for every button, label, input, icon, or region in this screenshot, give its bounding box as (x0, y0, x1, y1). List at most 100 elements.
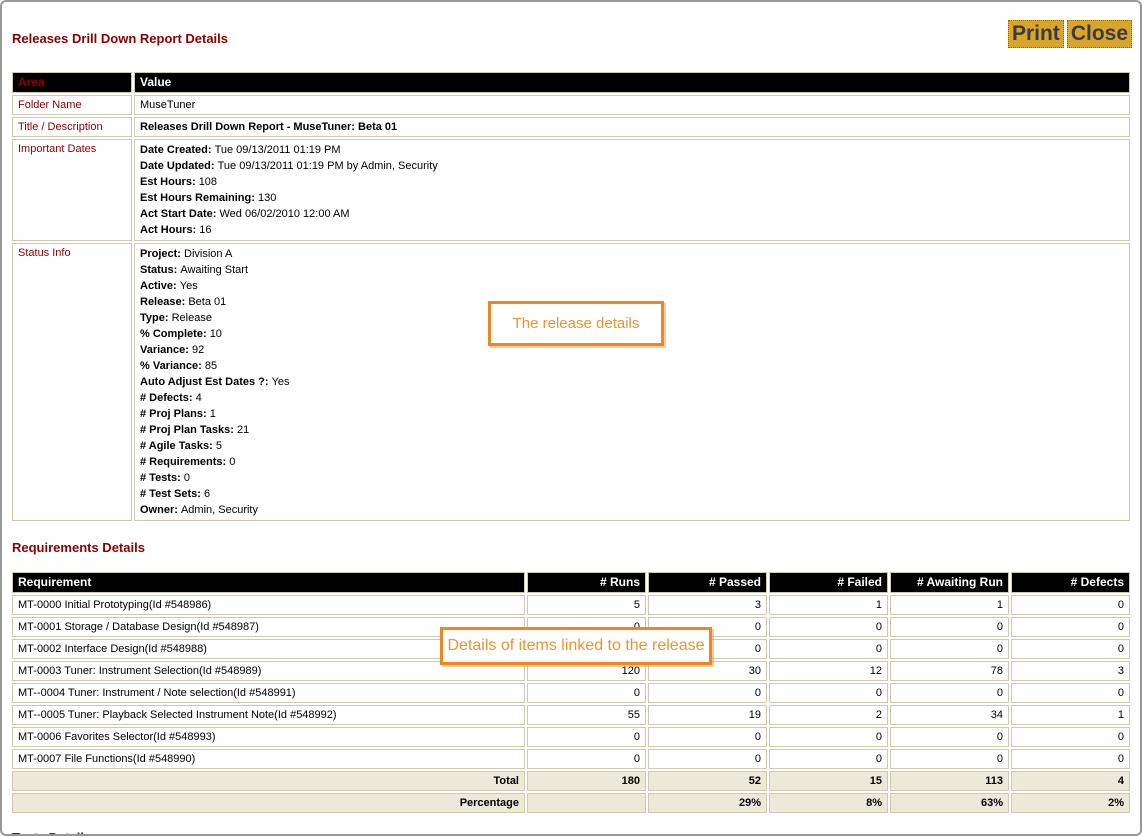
summary-value: 63% (890, 793, 1009, 813)
details-row: Title / DescriptionReleases Drill Down R… (12, 117, 1130, 137)
value-cell: MuseTuner (134, 95, 1130, 115)
metric-value: 0 (648, 683, 767, 703)
area-label: Title / Description (12, 117, 132, 137)
percentage-row: Percentage29%8%63%2% (12, 793, 1130, 813)
print-button[interactable]: Print (1008, 20, 1064, 48)
metric-value: 0 (1011, 683, 1130, 703)
total-row: Total18052151134 (12, 771, 1130, 791)
field-line: # Proj Plans: 1 (140, 406, 1124, 422)
column-header: Requirement (12, 572, 525, 593)
metric-value: 0 (890, 727, 1009, 747)
field-line: # Proj Plan Tasks: 21 (140, 422, 1124, 438)
column-header: # Passed (648, 572, 767, 593)
metric-value: 2 (769, 705, 888, 725)
value-cell: Date Created: Tue 09/13/2011 01:19 PMDat… (134, 139, 1130, 241)
metric-value: 0 (769, 749, 888, 769)
field-line: # Requirements: 0 (140, 454, 1124, 470)
field-line: Est Hours Remaining: 130 (140, 190, 1124, 206)
requirement-name: MT--0004 Tuner: Instrument / Note select… (12, 683, 525, 703)
metric-value: 0 (648, 749, 767, 769)
column-header: # Defects (1011, 572, 1130, 593)
field-line: # Defects: 4 (140, 390, 1124, 406)
close-button[interactable]: Close (1067, 20, 1132, 48)
toolbar: PrintClose (1005, 20, 1132, 48)
report-dialog: PrintClose Releases Drill Down Report De… (0, 0, 1142, 836)
details-row: Folder NameMuseTuner (12, 95, 1130, 115)
metric-value: 0 (769, 683, 888, 703)
annotation-release-details: The release details (488, 301, 664, 346)
column-header: # Awaiting Run (890, 572, 1009, 593)
metric-value: 0 (890, 639, 1009, 659)
requirement-row: MT-0006 Favorites Selector(Id #548993)00… (12, 727, 1130, 747)
area-label: Status Info (12, 243, 132, 521)
metric-value: 3 (648, 595, 767, 615)
metric-value: 12 (769, 661, 888, 681)
area-label: Important Dates (12, 139, 132, 241)
tests-heading: Tests Details (12, 830, 1132, 836)
field-line: Project: Division A (140, 246, 1124, 262)
annotation-text: Details of items linked to the release (447, 637, 704, 655)
requirements-table: Requirement# Runs# Passed# Failed# Await… (10, 570, 1132, 815)
metric-value: 0 (527, 727, 646, 747)
field-line: Owner: Admin, Security (140, 502, 1124, 518)
summary-label: Percentage (12, 793, 525, 813)
field-line: # Test Sets: 6 (140, 486, 1124, 502)
annotation-text: The release details (513, 315, 640, 332)
requirement-name: MT-0000 Initial Prototyping(Id #548986) (12, 595, 525, 615)
metric-value: 0 (1011, 617, 1130, 637)
release-details-table: Area Value Folder NameMuseTunerTitle / D… (10, 70, 1132, 523)
value-cell: Releases Drill Down Report - MuseTuner: … (134, 117, 1130, 137)
summary-value: 180 (527, 771, 646, 791)
column-header: # Failed (769, 572, 888, 593)
details-header-row: Area Value (12, 72, 1130, 93)
summary-value: 52 (648, 771, 767, 791)
requirement-row: MT--0004 Tuner: Instrument / Note select… (12, 683, 1130, 703)
metric-value: 1 (769, 595, 888, 615)
metric-value: 78 (890, 661, 1009, 681)
metric-value: 0 (648, 727, 767, 747)
requirement-row: MT-0007 File Functions(Id #548990)00000 (12, 749, 1130, 769)
field-line: Act Start Date: Wed 06/02/2010 12:00 AM (140, 206, 1124, 222)
requirement-name: MT--0005 Tuner: Playback Selected Instru… (12, 705, 525, 725)
metric-value: 0 (769, 727, 888, 747)
requirement-name: MT-0006 Favorites Selector(Id #548993) (12, 727, 525, 747)
field-line: Act Hours: 16 (140, 222, 1124, 238)
metric-value: 1 (1011, 705, 1130, 725)
details-row: Important DatesDate Created: Tue 09/13/2… (12, 139, 1130, 241)
metric-value: 0 (769, 617, 888, 637)
requirements-header-row: Requirement# Runs# Passed# Failed# Await… (12, 572, 1130, 593)
annotation-linked-items: Details of items linked to the release (440, 627, 712, 665)
field-line: Est Hours: 108 (140, 174, 1124, 190)
field-line: # Agile Tasks: 5 (140, 438, 1124, 454)
report-content: Releases Drill Down Report Details Area … (2, 31, 1140, 836)
metric-value: 0 (890, 683, 1009, 703)
page-title: Releases Drill Down Report Details (12, 31, 1132, 46)
field-line: Auto Adjust Est Dates ?: Yes (140, 374, 1124, 390)
metric-value: 0 (890, 749, 1009, 769)
requirement-row: MT--0005 Tuner: Playback Selected Instru… (12, 705, 1130, 725)
summary-value: 113 (890, 771, 1009, 791)
metric-value: 1 (890, 595, 1009, 615)
metric-value: 3 (1011, 661, 1130, 681)
field-line: Date Created: Tue 09/13/2011 01:19 PM (140, 142, 1124, 158)
area-label: Folder Name (12, 95, 132, 115)
summary-value: 15 (769, 771, 888, 791)
summary-value: 29% (648, 793, 767, 813)
metric-value: 0 (769, 639, 888, 659)
metric-value: 34 (890, 705, 1009, 725)
column-header-area: Area (12, 72, 132, 93)
value-cell: Project: Division AStatus: Awaiting Star… (134, 243, 1130, 521)
metric-value: 0 (1011, 727, 1130, 747)
summary-label: Total (12, 771, 525, 791)
metric-value: 5 (527, 595, 646, 615)
metric-value: 0 (1011, 749, 1130, 769)
field-line: Status: Awaiting Start (140, 262, 1124, 278)
requirements-heading: Requirements Details (12, 540, 1132, 555)
summary-value: 8% (769, 793, 888, 813)
metric-value: 0 (527, 749, 646, 769)
summary-value (527, 793, 646, 813)
field-line: Date Updated: Tue 09/13/2011 01:19 PM by… (140, 158, 1124, 174)
column-header: # Runs (527, 572, 646, 593)
metric-value: 19 (648, 705, 767, 725)
field-line: Active: Yes (140, 278, 1124, 294)
